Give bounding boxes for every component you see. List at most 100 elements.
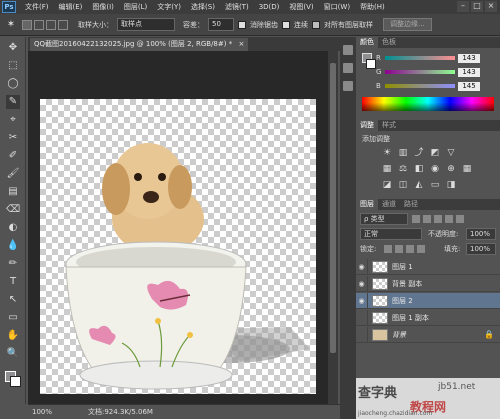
threshold-icon[interactable]: ◭ bbox=[414, 180, 424, 190]
opacity-input[interactable]: 100% bbox=[466, 228, 496, 240]
green-value-input[interactable]: 143 bbox=[458, 67, 480, 77]
red-value-input[interactable]: 143 bbox=[458, 53, 480, 63]
tab-styles[interactable]: 样式 bbox=[378, 120, 400, 131]
menu-edit[interactable]: 编辑(E) bbox=[54, 2, 88, 12]
layer-kind-filter[interactable]: ρ 类型 bbox=[360, 213, 408, 225]
blue-slider[interactable] bbox=[385, 84, 455, 88]
healing-tool-icon[interactable]: ✐ bbox=[6, 149, 20, 163]
shape-tool-icon[interactable]: ▭ bbox=[6, 311, 20, 325]
pen-tool-icon[interactable]: ✏ bbox=[6, 257, 20, 271]
posterize-icon[interactable]: ◫ bbox=[398, 180, 408, 190]
maximize-button[interactable]: □ bbox=[471, 1, 483, 12]
menu-layer[interactable]: 图层(L) bbox=[119, 2, 152, 12]
crop-tool-icon[interactable]: ⌖ bbox=[6, 113, 20, 127]
tolerance-input[interactable]: 50 bbox=[208, 18, 234, 31]
hand-tool-icon[interactable]: ✋ bbox=[6, 329, 20, 343]
vibrance-icon[interactable]: ▽ bbox=[446, 148, 456, 158]
marquee-tool-icon[interactable]: ⬚ bbox=[6, 59, 20, 73]
blur-tool-icon[interactable]: 💧 bbox=[6, 239, 20, 253]
refine-edge-button[interactable]: 调整边缘... bbox=[383, 18, 432, 31]
layer-row[interactable]: ◉ 背景 副本 bbox=[356, 275, 500, 292]
lasso-tool-icon[interactable]: ◯ bbox=[6, 77, 20, 91]
document-tab[interactable]: QQ截图20160422132025.jpg @ 100% (图层 2, RGB… bbox=[30, 38, 249, 51]
watermark-site: jb51.net bbox=[438, 382, 476, 392]
all-layers-checkbox[interactable] bbox=[312, 20, 320, 29]
eyedropper-tool-icon[interactable]: ✂ bbox=[6, 131, 20, 145]
black-white-icon[interactable]: ◧ bbox=[414, 164, 424, 174]
gradient-tool-icon[interactable]: ◐ bbox=[6, 221, 20, 235]
transparent-canvas[interactable] bbox=[40, 99, 316, 394]
type-tool-icon[interactable]: T bbox=[6, 275, 20, 289]
panel-background-swatch[interactable] bbox=[366, 59, 376, 69]
brush-tool-icon[interactable]: 🖌 bbox=[6, 167, 20, 181]
selection-mode-icons[interactable] bbox=[22, 19, 68, 30]
layer-filter-icons[interactable] bbox=[412, 215, 464, 223]
fill-input[interactable]: 100% bbox=[466, 243, 496, 255]
zoom-tool-icon[interactable]: 🔍 bbox=[6, 347, 20, 361]
close-tab-icon[interactable]: × bbox=[238, 40, 244, 48]
brightness-contrast-icon[interactable]: ☀ bbox=[382, 148, 392, 158]
zoom-level[interactable]: 100% bbox=[32, 405, 52, 419]
layer-row[interactable]: 背景 🔒 bbox=[356, 326, 500, 343]
menu-type[interactable]: 文字(Y) bbox=[152, 2, 186, 12]
visibility-eye-icon[interactable]: ◉ bbox=[356, 275, 368, 292]
canvas-vertical-scrollbar[interactable] bbox=[328, 51, 338, 404]
close-button[interactable]: × bbox=[485, 1, 497, 12]
character-panel-icon[interactable] bbox=[343, 81, 353, 91]
path-selection-tool-icon[interactable]: ↖ bbox=[6, 293, 20, 307]
tab-color[interactable]: 颜色 bbox=[356, 37, 378, 48]
contiguous-checkbox[interactable] bbox=[282, 20, 290, 29]
properties-panel-icon[interactable] bbox=[343, 63, 353, 73]
photo-filter-icon[interactable]: ◉ bbox=[430, 164, 440, 174]
selective-color-icon[interactable]: ◨ bbox=[446, 180, 456, 190]
eraser-tool-icon[interactable]: ⌫ bbox=[6, 203, 20, 217]
menu-3d[interactable]: 3D(D) bbox=[254, 3, 285, 11]
color-spectrum[interactable] bbox=[362, 97, 494, 111]
magic-wand-icon[interactable]: ✶ bbox=[4, 19, 18, 30]
menu-help[interactable]: 帮助(H) bbox=[355, 2, 390, 12]
clone-stamp-tool-icon[interactable]: ▤ bbox=[6, 185, 20, 199]
history-panel-icon[interactable] bbox=[343, 45, 353, 55]
tab-paths[interactable]: 路径 bbox=[400, 199, 422, 210]
background-color-swatch[interactable] bbox=[10, 376, 21, 387]
menu-filter[interactable]: 滤镜(T) bbox=[220, 2, 254, 12]
channel-mixer-icon[interactable]: ⊕ bbox=[446, 164, 456, 174]
color-balance-icon[interactable]: ⚖ bbox=[398, 164, 408, 174]
layer-row[interactable]: ◉ 图层 1 bbox=[356, 258, 500, 275]
menu-image[interactable]: 图像(I) bbox=[87, 2, 119, 12]
menu-select[interactable]: 选择(S) bbox=[186, 2, 220, 12]
visibility-eye-icon-hidden[interactable] bbox=[356, 326, 368, 343]
levels-icon[interactable]: ▥ bbox=[398, 148, 408, 158]
tab-layers[interactable]: 图层 bbox=[356, 199, 378, 210]
sample-size-select[interactable]: 取样点 bbox=[117, 18, 175, 31]
curves-icon[interactable]: ⤴ bbox=[414, 148, 424, 158]
invert-icon[interactable]: ◪ bbox=[382, 180, 392, 190]
antialias-checkbox[interactable] bbox=[238, 20, 246, 29]
canvas-area[interactable] bbox=[28, 51, 328, 404]
menu-window[interactable]: 窗口(W) bbox=[319, 2, 355, 12]
visibility-eye-icon[interactable]: ◉ bbox=[356, 258, 368, 275]
blue-value-input[interactable]: 145 bbox=[458, 81, 480, 91]
red-slider[interactable] bbox=[385, 56, 455, 60]
exposure-icon[interactable]: ◩ bbox=[430, 148, 440, 158]
menu-view[interactable]: 视图(V) bbox=[284, 2, 318, 12]
color-lookup-icon[interactable]: ▦ bbox=[462, 164, 472, 174]
hue-saturation-icon[interactable]: ▦ bbox=[382, 164, 392, 174]
green-slider[interactable] bbox=[385, 70, 455, 74]
visibility-eye-icon-hidden[interactable] bbox=[356, 309, 368, 326]
menu-file[interactable]: 文件(F) bbox=[20, 2, 54, 12]
lock-icons[interactable] bbox=[384, 245, 425, 253]
scrollbar-thumb[interactable] bbox=[330, 63, 336, 353]
tab-adjustments[interactable]: 调整 bbox=[356, 120, 378, 131]
layer-row-selected[interactable]: ◉ 图层 2 bbox=[356, 292, 500, 309]
layer-row[interactable]: 图层 1 副本 bbox=[356, 309, 500, 326]
document-info[interactable]: 文档:924.3K/5.06M bbox=[88, 405, 153, 419]
move-tool-icon[interactable]: ✥ bbox=[6, 41, 20, 55]
minimize-button[interactable]: – bbox=[457, 1, 469, 12]
tab-swatches[interactable]: 色板 bbox=[378, 37, 400, 48]
gradient-map-icon[interactable]: ▭ bbox=[430, 180, 440, 190]
visibility-eye-icon[interactable]: ◉ bbox=[356, 292, 368, 309]
blend-mode-select[interactable]: 正常 bbox=[360, 228, 422, 240]
magic-wand-tool-icon[interactable]: ✎ bbox=[6, 95, 20, 109]
tab-channels[interactable]: 通道 bbox=[378, 199, 400, 210]
